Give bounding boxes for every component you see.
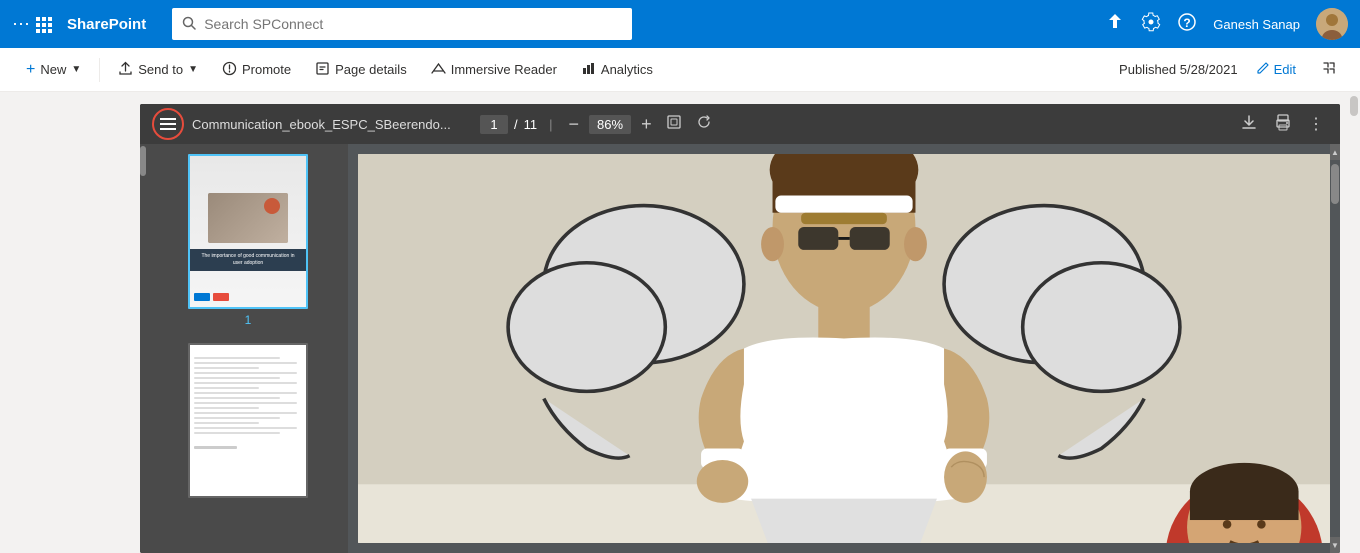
chevron-down-icon: ▼: [71, 64, 81, 75]
edit-icon: [1256, 61, 1270, 78]
plus-icon: +: [26, 61, 35, 79]
pdf-toolbar-right: ⋮: [1236, 109, 1328, 140]
new-button[interactable]: + New ▼: [16, 55, 91, 85]
pdf-total-pages: 11: [524, 117, 538, 132]
download-icon[interactable]: [1236, 109, 1262, 140]
edit-button[interactable]: Edit: [1246, 56, 1306, 83]
pdf-divider: |: [549, 117, 552, 132]
scrollbar-thumb: [1350, 96, 1358, 116]
scroll-thumb: [1331, 164, 1339, 204]
fitness-scene: [358, 154, 1330, 543]
share-upload-icon: [118, 61, 133, 79]
published-status: Published 5/28/2021: [1119, 62, 1238, 77]
pdf-page-input[interactable]: [480, 115, 508, 134]
zoom-out-icon[interactable]: −: [565, 110, 584, 139]
pdf-viewer: Communication_ebook_ESPC_SBeerendo... / …: [140, 104, 1340, 553]
thumbnail-image-2[interactable]: [188, 343, 308, 498]
toolbar-separator: [99, 58, 100, 82]
promote-icon: [222, 61, 237, 79]
zoom-in-icon[interactable]: +: [637, 110, 656, 139]
pdf-left-scroll: [140, 144, 148, 553]
username[interactable]: Ganesh Sanap: [1213, 17, 1300, 32]
rotate-icon[interactable]: [692, 110, 716, 139]
promote-button[interactable]: Promote: [212, 55, 301, 85]
nav-right-actions: ? Ganesh Sanap: [1105, 8, 1348, 40]
thumbnail-number-1: 1: [245, 313, 252, 327]
immersive-reader-button[interactable]: Immersive Reader: [421, 55, 567, 85]
search-bar[interactable]: [172, 8, 632, 40]
chevron-down-icon2: ▼: [188, 64, 198, 75]
print-icon[interactable]: [1270, 109, 1296, 140]
pdf-main-view: ▲ ▼: [348, 144, 1340, 553]
share-icon[interactable]: [1105, 12, 1125, 37]
pdf-page-display: [358, 154, 1330, 543]
thumbnail-text-block: The importance of good communication in …: [190, 249, 306, 271]
page-details-button[interactable]: Page details: [305, 55, 417, 85]
analytics-icon: [581, 61, 596, 79]
pdf-content: The importance of good communication in …: [140, 144, 1340, 553]
thumbnail-logos: [194, 293, 229, 301]
fit-page-icon[interactable]: [662, 110, 686, 139]
pdf-page-scrollbar[interactable]: ▲ ▼: [1330, 144, 1340, 553]
search-icon: [182, 16, 196, 33]
thumbnail-2[interactable]: [158, 343, 338, 502]
toolbar-right: Published 5/28/2021 Edit: [1119, 56, 1344, 83]
main-content: Communication_ebook_ESPC_SBeerendo... / …: [0, 92, 1360, 553]
more-options-icon[interactable]: ⋮: [1304, 110, 1328, 138]
thumbnail-image-1[interactable]: The importance of good communication in …: [188, 154, 308, 309]
help-icon[interactable]: ?: [1177, 12, 1197, 37]
analytics-button[interactable]: Analytics: [571, 55, 663, 85]
pdf-page-separator: /: [514, 117, 518, 132]
page-toolbar: + New ▼ Send to ▼ Promote Page details: [0, 48, 1360, 92]
scroll-up-button[interactable]: ▲: [1330, 144, 1340, 160]
pdf-menu-button[interactable]: [152, 108, 184, 140]
scroll-down-button[interactable]: ▼: [1330, 537, 1340, 553]
fitness-illustration: [358, 154, 1330, 543]
settings-icon[interactable]: [1141, 12, 1161, 37]
page-scrollbar[interactable]: [1348, 92, 1360, 553]
collapse-button[interactable]: [1314, 56, 1344, 83]
send-to-button[interactable]: Send to ▼: [108, 55, 208, 85]
pdf-page-info: / 11 | − 86% +: [480, 110, 716, 139]
pdf-title: Communication_ebook_ESPC_SBeerendo...: [192, 117, 472, 132]
immersive-reader-icon: [431, 61, 446, 79]
thumbnail-1[interactable]: The importance of good communication in …: [158, 154, 338, 327]
page-details-icon: [315, 61, 330, 79]
search-input[interactable]: [204, 16, 622, 32]
pdf-toolbar: Communication_ebook_ESPC_SBeerendo... / …: [140, 104, 1340, 144]
pdf-thumbnails-panel: The importance of good communication in …: [148, 144, 348, 553]
grid-icon[interactable]: ⋯: [12, 14, 53, 35]
app-logo[interactable]: SharePoint: [67, 16, 146, 33]
pdf-zoom-level: 86%: [589, 115, 631, 134]
top-navigation: ⋯ SharePoint: [0, 0, 1360, 48]
avatar[interactable]: [1316, 8, 1348, 40]
svg-text:?: ?: [1184, 16, 1191, 30]
